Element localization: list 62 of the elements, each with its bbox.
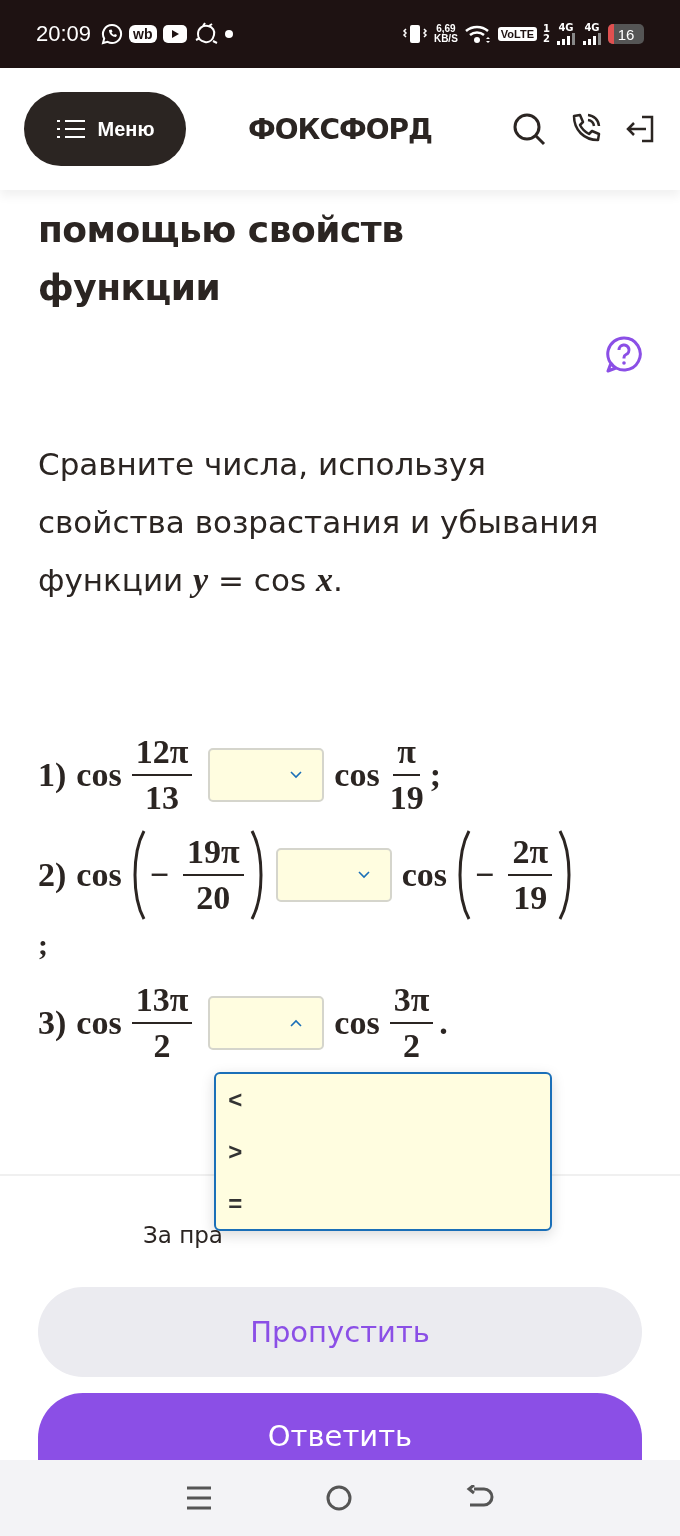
vibrate-icon — [401, 23, 428, 45]
help-icon[interactable] — [604, 335, 644, 375]
page-title: помощью свойств — [38, 208, 405, 252]
dropdown-option[interactable]: < — [216, 1078, 551, 1130]
login-icon[interactable] — [624, 113, 656, 145]
math-function: cos — [334, 1004, 380, 1042]
item-number: 3) — [38, 1004, 67, 1042]
math-sign: − — [475, 856, 495, 894]
sim-slot-number: 2 — [543, 34, 550, 44]
math-function: cos — [76, 756, 122, 794]
page-title: функции — [38, 266, 222, 310]
signal-icon — [556, 33, 576, 45]
math-function: cos — [76, 1004, 122, 1042]
signal-icon — [582, 33, 602, 45]
network-type: 4G — [558, 23, 574, 33]
menu-button[interactable]: Меню — [24, 92, 186, 166]
math-function: cos — [76, 856, 122, 894]
fraction-denominator: 2 — [153, 1026, 171, 1066]
fraction-numerator: 19π — [183, 832, 244, 876]
fraction-numerator: 3π — [389, 980, 434, 1024]
dot-icon — [224, 30, 233, 38]
caret-down-icon — [357, 871, 370, 879]
sim-slot-number: 1 — [543, 24, 550, 34]
fraction-numerator: π — [393, 732, 420, 776]
fraction-denominator: 2 — [402, 1026, 420, 1066]
home-icon[interactable] — [325, 1484, 353, 1512]
battery-level: 16 — [608, 24, 644, 44]
math-function: cos — [401, 856, 447, 894]
logo[interactable]: ФОКСФОРД — [248, 112, 433, 146]
punctuation: . — [439, 1004, 448, 1042]
fraction-numerator: 13π — [131, 980, 193, 1024]
menu-icon — [55, 118, 86, 140]
dropdown-option[interactable]: > — [216, 1130, 551, 1182]
menu-icon[interactable] — [186, 1486, 213, 1510]
note-text: За пра — [142, 1221, 224, 1250]
fraction-denominator: 13 — [144, 778, 179, 818]
skip-button[interactable]: Пропустить — [38, 1287, 642, 1377]
volte-badge: VoLTE — [497, 27, 538, 41]
app-badge: wb — [129, 25, 157, 43]
question-text: Сравните числа, используя свойства возрастания и убывания функции y = cos x. — [38, 445, 600, 600]
punctuation: ; — [429, 756, 441, 794]
wifi-icon — [463, 23, 492, 45]
item-number: 1) — [38, 756, 67, 794]
math-sign: − — [149, 856, 170, 894]
fraction-denominator: 19 — [513, 878, 548, 918]
caret-down-icon — [290, 771, 303, 779]
network-speed-unit: KB/S — [433, 34, 458, 44]
network-type: 4G — [584, 23, 600, 33]
math-function: cos — [334, 756, 380, 794]
fraction-denominator: 19 — [389, 778, 424, 818]
fraction-numerator: 12π — [131, 732, 193, 776]
item-number: 2) — [38, 856, 67, 894]
punctuation: ; — [38, 927, 49, 963]
fraction-denominator: 20 — [196, 878, 231, 918]
network-speed: 6,69 — [436, 24, 456, 34]
submit-button[interactable]: Ответить — [38, 1393, 642, 1461]
search-icon[interactable] — [512, 112, 546, 146]
caret-up-icon — [290, 1019, 303, 1027]
chat-bubble-icon — [101, 23, 124, 45]
fraction-numerator: 2π — [508, 832, 552, 876]
play-icon — [162, 25, 187, 43]
clock-time: 20:09 — [36, 21, 92, 47]
